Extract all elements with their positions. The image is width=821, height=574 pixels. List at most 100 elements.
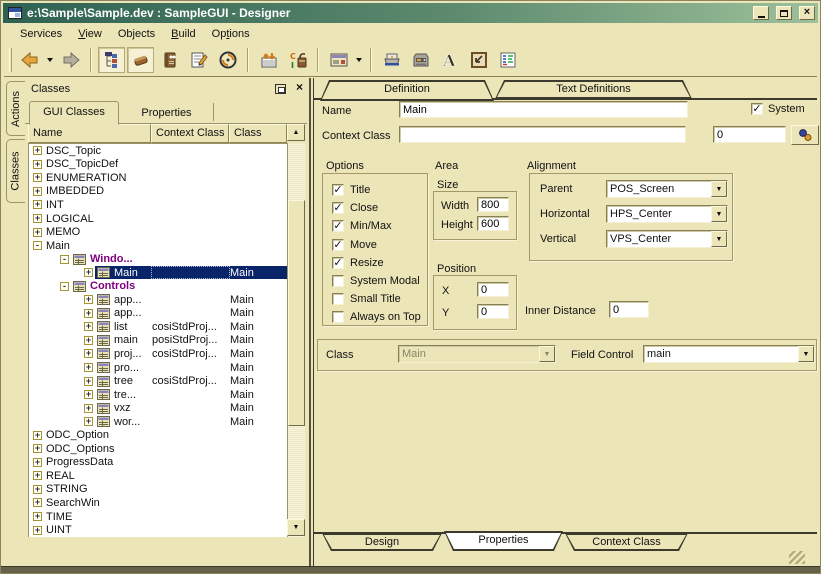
option-resize[interactable]: ✓Resize xyxy=(332,254,427,272)
expand-icon[interactable]: + xyxy=(33,485,42,494)
column-class[interactable]: Class xyxy=(229,124,287,143)
tree-row-time[interactable]: +TIME xyxy=(29,510,287,524)
compile-ci-button[interactable]: CI xyxy=(284,47,311,73)
column-name[interactable]: Name xyxy=(28,124,151,143)
tree-row-wor[interactable]: +wor...Main xyxy=(29,415,287,429)
expand-icon[interactable]: + xyxy=(33,444,42,453)
property-list-button[interactable] xyxy=(494,47,521,73)
forward-button[interactable] xyxy=(57,47,84,73)
expand-icon[interactable]: + xyxy=(33,200,42,209)
checkbox[interactable]: ✓ xyxy=(332,257,344,269)
menu-item-objects[interactable]: Objects xyxy=(110,26,163,42)
toolbar-grip[interactable] xyxy=(9,48,12,72)
inner-distance-input[interactable] xyxy=(609,301,649,318)
tree-row-main[interactable]: +MainMain xyxy=(29,266,287,280)
system-checkbox[interactable]: ✓ xyxy=(751,103,763,115)
hardware-button[interactable] xyxy=(407,47,434,73)
tree-row-logical[interactable]: +LOGICAL xyxy=(29,212,287,226)
tree-row-main[interactable]: +mainposiStdProj...Main xyxy=(29,334,287,348)
expand-icon[interactable]: + xyxy=(84,417,93,426)
expand-icon[interactable]: + xyxy=(84,349,93,358)
option-always-on-top[interactable]: Always on Top xyxy=(332,308,427,326)
collapse-icon[interactable]: - xyxy=(33,241,42,250)
tab-gui-classes[interactable]: GUI Classes xyxy=(29,101,119,125)
expand-icon[interactable]: + xyxy=(33,160,42,169)
expand-icon[interactable]: + xyxy=(84,295,93,304)
checkbox[interactable]: ✓ xyxy=(332,202,344,214)
option-min-max[interactable]: ✓Min/Max xyxy=(332,217,427,235)
tab-properties-bottom[interactable]: Properties xyxy=(444,531,563,551)
tree-scrollbar[interactable]: ▼ xyxy=(287,143,305,537)
tree-row-proj[interactable]: +proj...cosiStdProj...Main xyxy=(29,347,287,361)
minimize-button[interactable] xyxy=(753,6,769,20)
expand-icon[interactable]: + xyxy=(33,498,42,507)
maximize-button[interactable] xyxy=(776,6,792,20)
expand-icon[interactable]: + xyxy=(84,363,93,372)
edit-source-button[interactable] xyxy=(185,47,212,73)
side-tab-classes[interactable]: Classes xyxy=(6,139,25,203)
option-move[interactable]: ✓Move xyxy=(332,236,427,254)
collapse-icon[interactable]: - xyxy=(60,282,69,291)
option-close[interactable]: ✓Close xyxy=(332,199,427,217)
vertical-select[interactable]: VPS_Center▼ xyxy=(606,230,728,248)
font-button[interactable]: A xyxy=(436,47,463,73)
side-tab-actions[interactable]: Actions xyxy=(6,81,25,136)
tree-row-memo[interactable]: +MEMO xyxy=(29,225,287,239)
expand-icon[interactable]: + xyxy=(84,268,93,277)
tree-row-list[interactable]: +listcosiStdProj...Main xyxy=(29,320,287,334)
column-context-class[interactable]: Context Class xyxy=(151,124,229,143)
expand-icon[interactable]: + xyxy=(84,322,93,331)
tree-row-odcoptions[interactable]: +ODC_Options xyxy=(29,442,287,456)
width-input[interactable] xyxy=(477,197,509,212)
context-class-picker-button[interactable] xyxy=(791,125,819,145)
build-clock-button[interactable] xyxy=(214,47,241,73)
option-title[interactable]: ✓Title xyxy=(332,181,427,199)
panel-close-icon[interactable]: × xyxy=(293,81,306,94)
dropdown-arrow-icon[interactable]: ▼ xyxy=(711,181,727,197)
dropdown-arrow-icon[interactable]: ▼ xyxy=(711,231,727,247)
tree-row-tree[interactable]: +treecosiStdProj...Main xyxy=(29,374,287,388)
tree-row-string[interactable]: +STRING xyxy=(29,483,287,497)
dropdown-arrow-icon[interactable]: ▼ xyxy=(798,346,814,362)
class-hierarchy-button[interactable] xyxy=(98,47,125,73)
collapse-icon[interactable]: - xyxy=(60,255,69,264)
scrollbar-thumb[interactable] xyxy=(288,200,305,426)
field-control-select[interactable]: main▼ xyxy=(643,345,815,363)
expand-icon[interactable]: + xyxy=(33,512,42,521)
goto-reference-button[interactable] xyxy=(465,47,492,73)
expand-icon[interactable]: + xyxy=(33,187,42,196)
tree-row-pro[interactable]: +pro...Main xyxy=(29,361,287,375)
y-input[interactable] xyxy=(477,304,509,319)
checkbox[interactable]: ✓ xyxy=(332,184,344,196)
expand-icon[interactable]: + xyxy=(84,309,93,318)
tree-row-dsctopicdef[interactable]: +DSC_TopicDef xyxy=(29,158,287,172)
tree-row-enumeration[interactable]: +ENUMERATION xyxy=(29,171,287,185)
checkbox[interactable]: ✓ xyxy=(332,239,344,251)
menu-item-options[interactable]: Options xyxy=(204,26,258,42)
tab-properties[interactable]: Properties xyxy=(120,103,214,121)
checkbox[interactable] xyxy=(332,275,344,287)
tree-row-dsctopic[interactable]: +DSC_Topic xyxy=(29,144,287,158)
expand-icon[interactable]: + xyxy=(84,336,93,345)
back-history-caret[interactable] xyxy=(47,58,53,62)
tree-row-controls[interactable]: -Controls xyxy=(29,279,287,293)
tree-row-main[interactable]: -Main xyxy=(29,239,287,253)
window-list-caret[interactable] xyxy=(356,58,362,62)
tree-row-uint[interactable]: +UINT xyxy=(29,523,287,537)
menu-item-services[interactable]: Services xyxy=(12,26,70,42)
tree-row-real[interactable]: +REAL xyxy=(29,469,287,483)
tree-row-tre[interactable]: +tre...Main xyxy=(29,388,287,402)
back-button[interactable] xyxy=(16,47,43,73)
tree-row-windo[interactable]: -Windo... xyxy=(29,252,287,266)
expand-icon[interactable]: + xyxy=(33,214,42,223)
context-class-number-input[interactable] xyxy=(713,126,786,143)
dropdown-arrow-icon[interactable]: ▼ xyxy=(711,206,727,222)
expand-icon[interactable]: + xyxy=(33,471,42,480)
window-list-button[interactable] xyxy=(325,47,352,73)
menu-item-build[interactable]: Build xyxy=(163,26,203,42)
expand-icon[interactable]: + xyxy=(33,526,42,535)
expand-icon[interactable]: + xyxy=(33,431,42,440)
tree-row-imbedded[interactable]: +IMBEDDED xyxy=(29,185,287,199)
tree-row-app[interactable]: +app...Main xyxy=(29,293,287,307)
expand-icon[interactable]: + xyxy=(84,377,93,386)
